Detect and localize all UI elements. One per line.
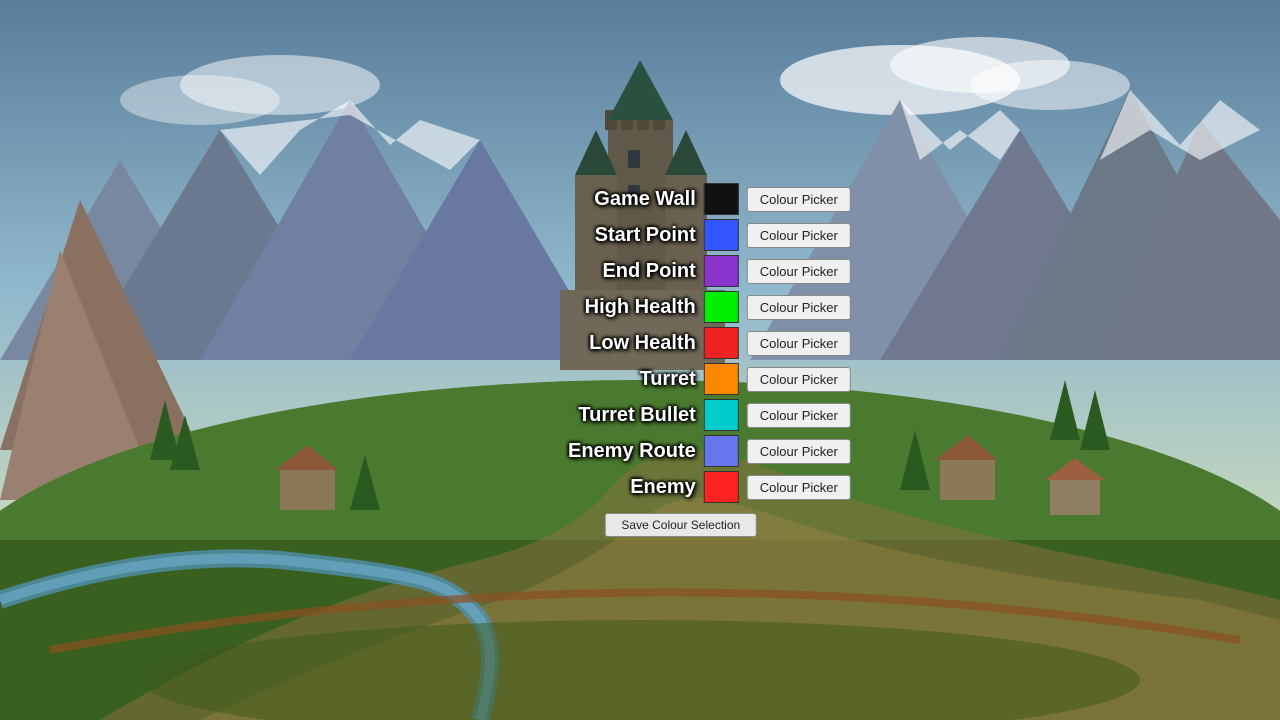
color-row-start-point: Start Point Colour Picker [511,219,851,251]
color-settings-panel: Game Wall Colour Picker Start Point Colour … [511,183,851,537]
swatch-end-point[interactable] [704,255,739,287]
label-game-wall: Game Wall [511,188,696,211]
color-row-high-health: High Health Colour Picker [511,291,851,323]
colour-picker-btn-high-health[interactable]: Colour Picker [747,295,851,320]
color-row-turret: Turret Colour Picker [511,363,851,395]
color-row-game-wall: Game Wall Colour Picker [511,183,851,215]
label-start-point: Start Point [511,224,696,247]
swatch-low-health[interactable] [704,327,739,359]
swatch-turret-bullet[interactable] [704,399,739,431]
swatch-enemy[interactable] [704,471,739,503]
colour-picker-btn-start-point[interactable]: Colour Picker [747,223,851,248]
colour-picker-btn-end-point[interactable]: Colour Picker [747,259,851,284]
colour-picker-btn-low-health[interactable]: Colour Picker [747,331,851,356]
label-high-health: High Health [511,296,696,319]
swatch-high-health[interactable] [704,291,739,323]
color-row-turret-bullet: Turret Bullet Colour Picker [511,399,851,431]
swatch-turret[interactable] [704,363,739,395]
colour-picker-btn-turret[interactable]: Colour Picker [747,367,851,392]
colour-picker-btn-enemy-route[interactable]: Colour Picker [747,439,851,464]
label-enemy: Enemy [511,476,696,499]
color-row-enemy-route: Enemy Route Colour Picker [511,435,851,467]
label-enemy-route: Enemy Route [511,440,696,463]
label-turret: Turret [511,368,696,391]
colour-picker-btn-turret-bullet[interactable]: Colour Picker [747,403,851,428]
swatch-start-point[interactable] [704,219,739,251]
colour-picker-btn-enemy[interactable]: Colour Picker [747,475,851,500]
color-row-enemy: Enemy Colour Picker [511,471,851,503]
save-button-container: Save Colour Selection [511,513,851,537]
color-row-low-health: Low Health Colour Picker [511,327,851,359]
swatch-enemy-route[interactable] [704,435,739,467]
color-row-end-point: End Point Colour Picker [511,255,851,287]
swatch-game-wall[interactable] [704,183,739,215]
label-low-health: Low Health [511,332,696,355]
label-turret-bullet: Turret Bullet [511,404,696,427]
label-end-point: End Point [511,260,696,283]
save-colour-selection-button[interactable]: Save Colour Selection [604,513,757,537]
colour-picker-btn-game-wall[interactable]: Colour Picker [747,187,851,212]
